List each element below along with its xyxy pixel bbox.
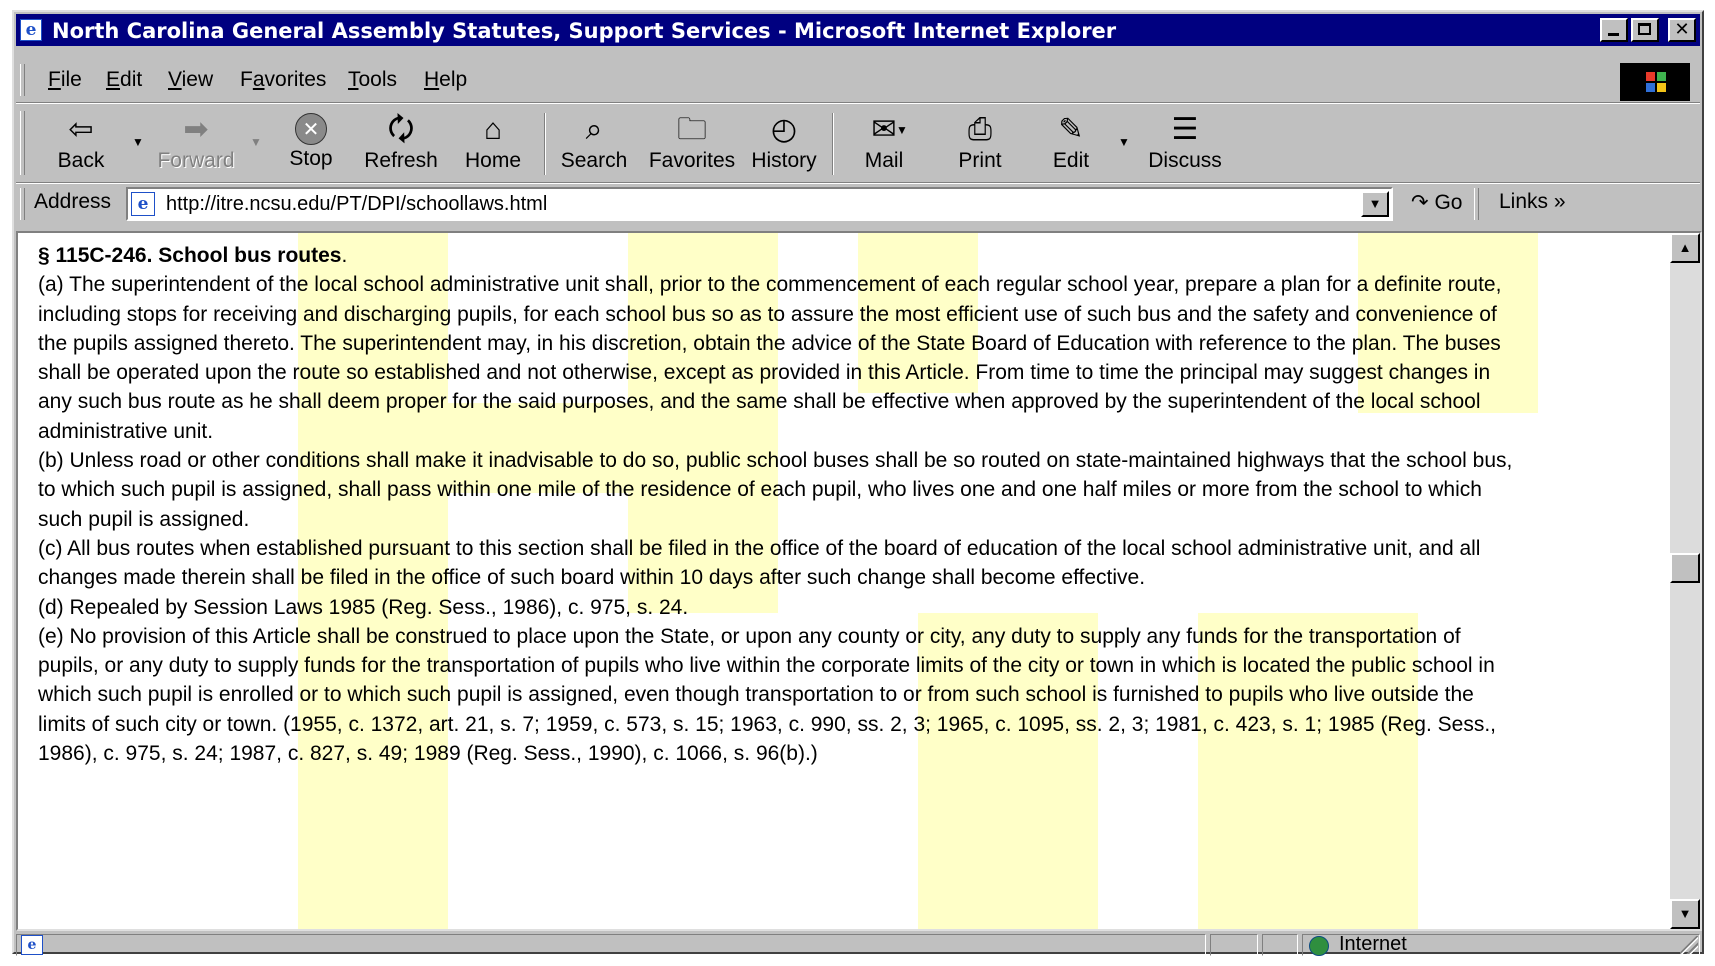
address-field[interactable]: e http://itre.ncsu.edu/PT/DPI/schoollaws… xyxy=(126,187,1393,221)
discuss-button[interactable]: ☰ Discuss xyxy=(1140,105,1230,181)
print-button[interactable]: ⎙ Print xyxy=(942,105,1018,181)
status-panel-secure xyxy=(1262,934,1298,956)
standard-toolbar: ⇦ Back ▼ ➡ Forward ▼ ✕ Stop 🗘 Refresh ⌂ … xyxy=(16,105,1700,181)
maximize-icon xyxy=(1638,23,1651,35)
history-button[interactable]: ◴ History xyxy=(744,105,824,181)
menu-toolbar-divider xyxy=(16,102,1700,104)
toolbar-grip[interactable] xyxy=(20,111,25,175)
page-loaded-icon: e xyxy=(21,935,43,955)
go-arrow-icon: ↷ xyxy=(1411,191,1429,214)
edit-dropdown-arrow[interactable]: ▼ xyxy=(1118,135,1130,149)
menu-tools[interactable]: Tools xyxy=(348,68,397,92)
forward-dropdown-arrow[interactable]: ▼ xyxy=(250,135,262,149)
windows-flag-icon xyxy=(1646,72,1666,92)
menu-bar-grip[interactable] xyxy=(20,64,25,96)
stop-button[interactable]: ✕ Stop xyxy=(278,105,344,181)
paragraph-d: (d) Repealed by Session Laws 1985 (Reg. … xyxy=(38,595,689,619)
minimize-button[interactable] xyxy=(1600,18,1628,42)
chevron-up-icon: ▲ xyxy=(1678,240,1692,255)
scroll-up-button[interactable]: ▲ xyxy=(1670,233,1700,263)
menu-bar: File Edit View Favorites Tools Help xyxy=(16,60,1700,101)
address-label: Address xyxy=(34,190,112,213)
page-icon: e xyxy=(131,192,155,216)
address-bar-grip[interactable] xyxy=(20,188,25,220)
ie-page-icon[interactable]: e xyxy=(20,19,42,41)
favorites-button[interactable]: 🗀 Favorites xyxy=(644,105,740,181)
menu-favorites[interactable]: Favorites xyxy=(240,68,326,92)
discuss-document-icon: ☰ xyxy=(1171,113,1199,146)
links-grip[interactable] xyxy=(1474,188,1479,220)
go-button[interactable]: ↷ Go xyxy=(1411,190,1462,215)
paragraph-c: (c) All bus routes when established purs… xyxy=(38,536,1481,590)
home-icon: ⌂ xyxy=(483,113,503,146)
minimize-icon xyxy=(1608,33,1619,36)
favorites-folder-icon: 🗀 xyxy=(677,113,707,146)
menu-help[interactable]: Help xyxy=(424,68,467,92)
resize-grip[interactable] xyxy=(1680,936,1698,954)
stop-icon: ✕ xyxy=(295,113,327,145)
search-button[interactable]: ⌕ Search xyxy=(556,105,632,181)
forward-button[interactable]: ➡ Forward xyxy=(156,105,236,181)
status-panel-progress xyxy=(1210,934,1258,956)
browser-window: e North Carolina General Assembly Statut… xyxy=(12,10,1704,956)
address-bar: Address e http://itre.ncsu.edu/PT/DPI/sc… xyxy=(16,184,1700,224)
title-bar[interactable]: e North Carolina General Assembly Statut… xyxy=(16,14,1700,46)
paragraph-b: (b) Unless road or other conditions shal… xyxy=(38,449,1513,531)
address-dropdown-button[interactable]: ▼ xyxy=(1361,191,1389,217)
paragraph-a: (a) The superintendent of the local scho… xyxy=(38,273,1502,443)
menu-view[interactable]: View xyxy=(168,68,213,92)
links-button[interactable]: Links » xyxy=(1499,190,1566,214)
refresh-icon: 🗘 xyxy=(387,113,415,146)
status-zone-panel[interactable]: Internet xyxy=(1302,933,1700,956)
refresh-button[interactable]: 🗘 Refresh xyxy=(360,105,442,181)
forward-arrow-icon: ➡ xyxy=(183,113,209,146)
window-title: North Carolina General Assembly Statutes… xyxy=(52,19,1117,43)
mail-button[interactable]: ✉ Mail xyxy=(846,105,922,181)
toolbar-separator xyxy=(832,113,834,175)
back-arrow-icon: ⇦ xyxy=(68,113,94,146)
scroll-thumb[interactable] xyxy=(1670,553,1700,583)
windows-logo-throbber xyxy=(1620,63,1690,101)
scroll-down-button[interactable]: ▼ xyxy=(1670,899,1700,929)
toolbar-separator xyxy=(544,113,546,175)
history-clock-icon: ◴ xyxy=(770,113,798,146)
address-url[interactable]: http://itre.ncsu.edu/PT/DPI/schoollaws.h… xyxy=(166,193,547,216)
paragraph-e: (e) No provision of this Article shall b… xyxy=(38,624,1496,766)
section-heading: § 115C-246. School bus routes. xyxy=(38,244,348,267)
chevron-down-icon: ▼ xyxy=(1678,906,1692,921)
back-button[interactable]: ⇦ Back xyxy=(46,105,116,181)
edit-notepad-icon: ✎ xyxy=(1058,113,1084,146)
printer-icon: ⎙ xyxy=(968,113,992,146)
vertical-scrollbar[interactable]: ▲ ▼ xyxy=(1670,233,1700,929)
menu-edit[interactable]: Edit xyxy=(106,68,142,92)
chevron-down-icon: ▼ xyxy=(1368,196,1382,211)
page-content[interactable]: § 115C-246. School bus routes. (a) The s… xyxy=(16,231,1702,931)
close-icon: ✕ xyxy=(1674,19,1690,40)
statute-text: § 115C-246. School bus routes. (a) The s… xyxy=(38,241,1518,768)
internet-globe-icon xyxy=(1309,936,1329,956)
home-button[interactable]: ⌂ Home xyxy=(456,105,530,181)
menu-file[interactable]: File xyxy=(48,68,82,92)
edit-button[interactable]: ✎ Edit xyxy=(1038,105,1104,181)
back-dropdown-arrow[interactable]: ▼ xyxy=(132,135,144,149)
status-message-panel: e xyxy=(16,934,1206,956)
security-zone-label: Internet xyxy=(1339,933,1407,955)
maximize-button[interactable] xyxy=(1631,18,1659,42)
search-globe-icon: ⌕ xyxy=(585,113,603,146)
status-bar: e Internet xyxy=(16,933,1700,956)
chevron-right-double-icon: » xyxy=(1553,190,1566,213)
mail-dropdown-arrow[interactable]: ▼ xyxy=(896,123,908,137)
close-button[interactable]: ✕ xyxy=(1668,18,1696,42)
